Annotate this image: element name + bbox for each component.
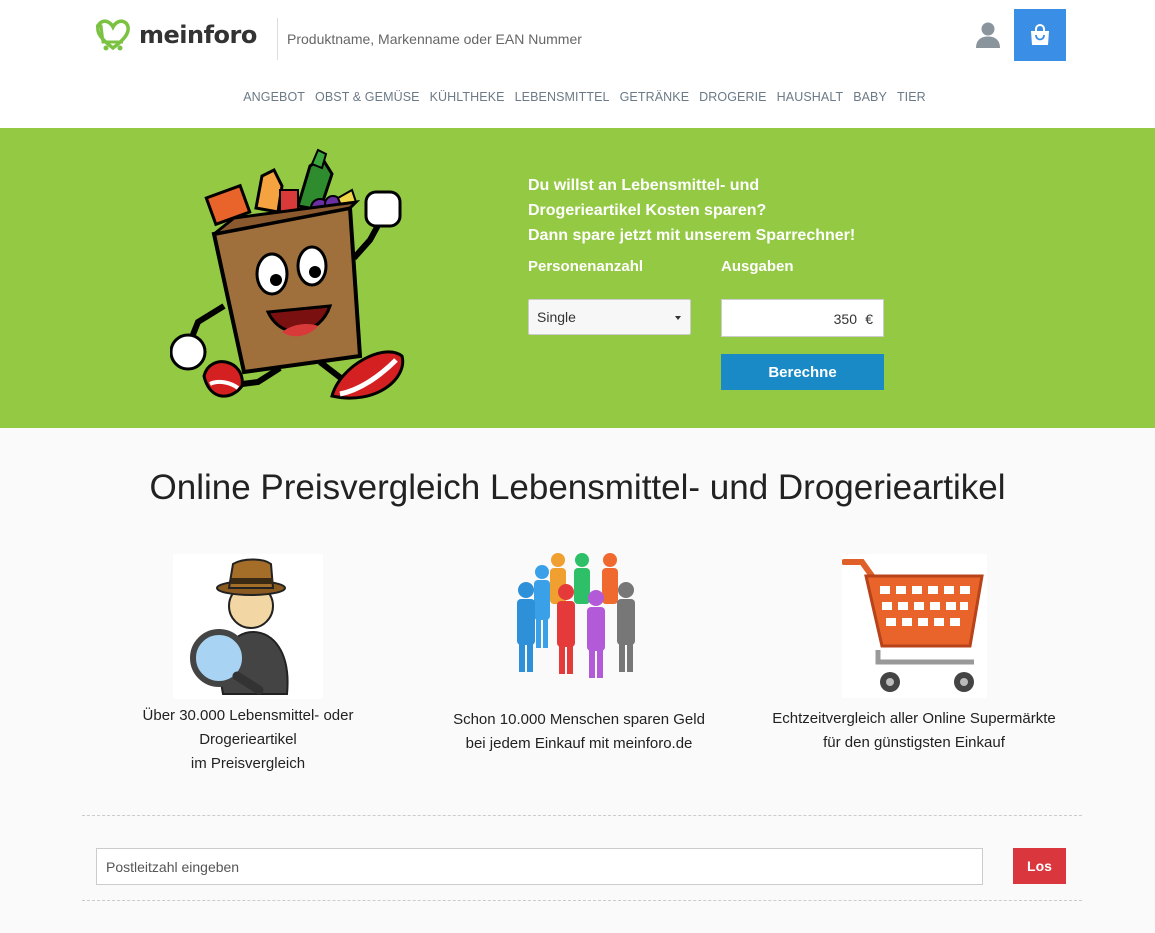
postal-code-submit-button[interactable]: Los xyxy=(1013,848,1066,884)
feature-users-text: Schon 10.000 Menschen sparen Geld bei je… xyxy=(440,708,718,756)
expenses-label: Ausgaben xyxy=(721,258,794,275)
savings-calculator-banner: Du willst an Lebensmittel- und Drogeriea… xyxy=(0,128,1155,428)
nav-item-drogerie[interactable]: DROGERIE xyxy=(699,90,766,110)
grocery-bag-mascot-icon xyxy=(170,148,405,400)
expenses-input[interactable]: 350 € xyxy=(721,299,884,337)
divider-bottom xyxy=(82,900,1082,901)
feature-realtime-text: Echtzeitvergleich aller Online Supermärk… xyxy=(760,707,1068,755)
feature-products-text: Über 30.000 Lebensmittel- oder Drogeriea… xyxy=(110,704,386,776)
feature-products-line2: Drogerieartikel xyxy=(199,731,297,748)
calculate-button[interactable]: Berechne xyxy=(721,354,884,390)
logo[interactable]: meinforo xyxy=(95,18,257,52)
caret-down-icon xyxy=(675,316,681,320)
nav-item-angebot[interactable]: ANGEBOT xyxy=(243,90,305,110)
persons-select-value: Single xyxy=(537,309,576,325)
detective-magnifier-icon xyxy=(173,554,323,699)
persons-label: Personenanzahl xyxy=(528,258,644,275)
feature-realtime-line2: für den günstigsten Einkauf xyxy=(823,734,1005,751)
site-header: meinforo ANGEBOT OBST & GEMÜSE KÜHLTHEKE… xyxy=(0,0,1155,128)
nav-item-baby[interactable]: BABY xyxy=(853,90,887,110)
postal-code-input[interactable] xyxy=(96,848,983,885)
nav-item-obst-gemuese[interactable]: OBST & GEMÜSE xyxy=(315,90,420,110)
hero-headline-line3: Dann spare jetzt mit unserem Sparrechner… xyxy=(528,227,856,244)
hero-headline: Du willst an Lebensmittel- und Drogeriea… xyxy=(528,173,908,248)
nav-item-kuehltheke[interactable]: KÜHLTHEKE xyxy=(430,90,505,110)
cart-button[interactable] xyxy=(1014,9,1066,61)
persons-select[interactable]: Single xyxy=(528,299,691,335)
nav-item-tier[interactable]: TIER xyxy=(897,90,926,110)
nav-item-getraenke[interactable]: GETRÄNKE xyxy=(620,90,690,110)
product-search-input[interactable] xyxy=(280,24,920,54)
people-group-icon xyxy=(517,553,635,678)
search-divider xyxy=(277,18,278,60)
hero-headline-line2: Drogerieartikel Kosten sparen? xyxy=(528,202,767,219)
logo-heart-icon xyxy=(96,19,130,51)
hero-headline-line1: Du willst an Lebensmittel- und xyxy=(528,177,760,194)
nav-item-lebensmittel[interactable]: LEBENSMITTEL xyxy=(515,90,610,110)
expenses-value: 350 xyxy=(833,311,857,327)
user-account-icon[interactable] xyxy=(973,20,1003,50)
nav-item-haushalt[interactable]: HAUSHALT xyxy=(777,90,844,110)
page-title: Online Preisvergleich Lebensmittel- und … xyxy=(149,468,1006,507)
feature-products-line1: Über 30.000 Lebensmittel- oder xyxy=(142,707,354,724)
feature-users-line2: bei jedem Einkauf mit meinforo.de xyxy=(465,735,693,752)
euro-unit: € xyxy=(865,311,873,327)
shopping-cart-icon xyxy=(842,554,987,698)
feature-users-line1: Schon 10.000 Menschen sparen Geld xyxy=(453,711,705,728)
feature-products-line3: im Preisvergleich xyxy=(190,755,306,772)
divider-top xyxy=(82,815,1082,816)
feature-realtime-line1: Echtzeitvergleich aller Online Supermärk… xyxy=(772,710,1056,727)
shopping-bag-icon xyxy=(1031,23,1049,45)
category-nav: ANGEBOT OBST & GEMÜSE KÜHLTHEKE LEBENSMI… xyxy=(0,90,1155,110)
logo-text: meinforo xyxy=(139,21,257,49)
